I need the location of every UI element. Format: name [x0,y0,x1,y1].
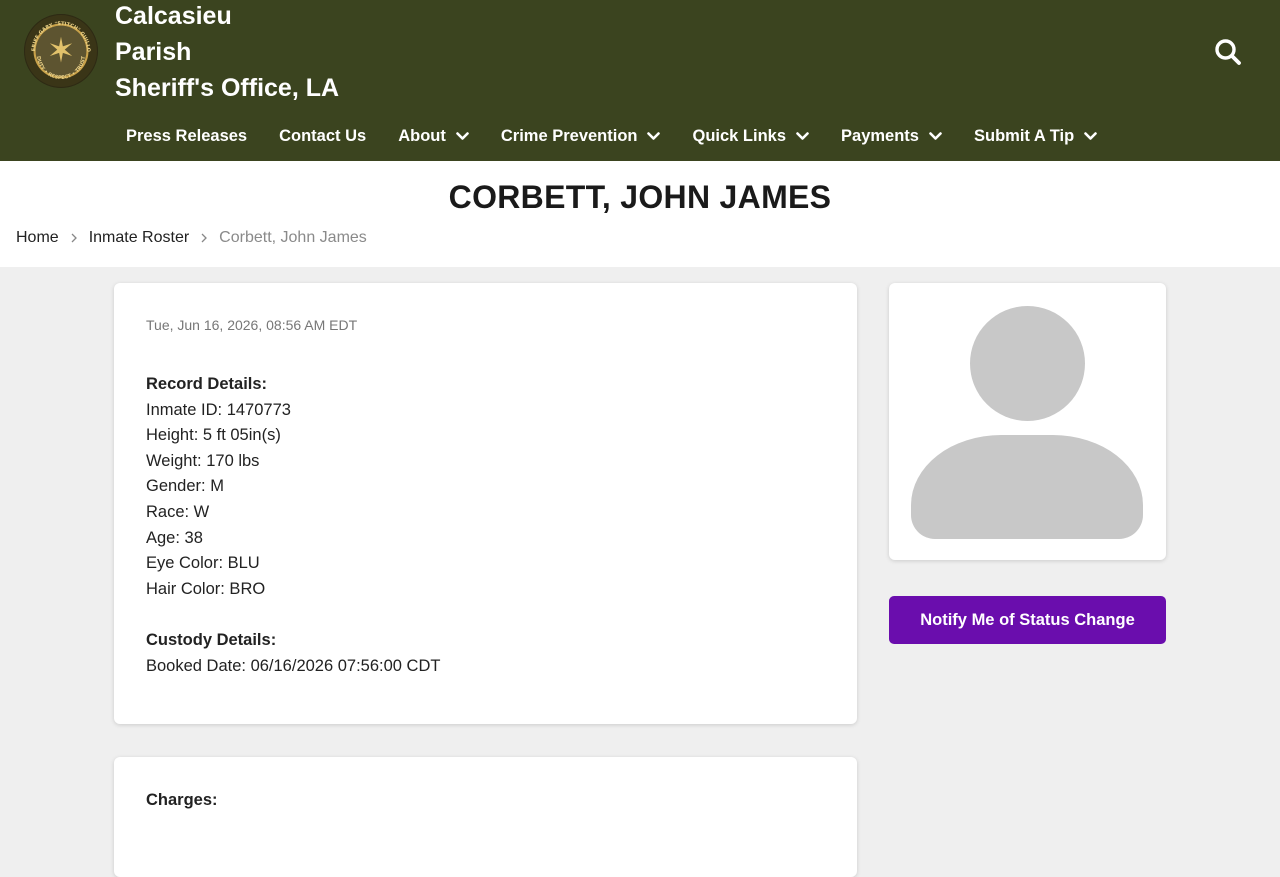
chevron-down-icon [456,131,469,141]
site-header: SHERIFF GARY "STITCH" GUILLORY DUTY • RE… [0,0,1280,161]
charges-card: Charges: [114,757,857,877]
nav-item-label: Crime Prevention [500,126,638,145]
nav-item-label: About [398,126,446,145]
nav-item-crime-prevention[interactable]: Crime Prevention [501,127,661,146]
nav-item-label: Press Releases [126,126,248,145]
nav-item-label: Contact Us [279,126,367,145]
sheriff-seal-logo[interactable]: SHERIFF GARY "STITCH" GUILLORY DUTY • RE… [24,14,98,88]
notify-status-change-button[interactable]: Notify Me of Status Change [889,596,1166,644]
inmate-hair-color: Hair Color: BRO [146,579,266,598]
inmate-age: Age: 38 [146,528,203,547]
inmate-photo-card [889,283,1166,560]
main-nav: Press Releases Contact Us About Crime Preve… [110,118,1113,154]
inmate-gender: Gender: M [146,477,224,496]
chevron-right-icon [70,233,78,243]
nav-item-submit-a-tip[interactable]: Submit A Tip [973,126,1098,146]
search-icon [1215,39,1241,65]
chevron-down-icon [647,131,661,141]
nav-item-payments[interactable]: Payments [841,127,942,146]
record-timestamp: Tue, Jun 16, 2026, 08:56 AM EDT [146,317,358,333]
avatar-placeholder-head [970,306,1085,421]
breadcrumb-home-link[interactable]: Home [16,229,59,247]
breadcrumb: Home Inmate Roster Corbett, John James [16,229,367,247]
booked-date: Booked Date: 06/16/2026 07:56:00 CDT [146,656,441,675]
nav-item-label: Quick Links [692,126,787,145]
inmate-weight: Weight: 170 lbs [146,451,260,470]
star-badge-icon: ✶ [46,32,76,70]
site-title-line: Calcasieu [115,2,232,30]
chevron-down-icon [796,131,809,141]
inmate-height: Height: 5 ft 05in(s) [146,426,281,445]
site-title-line: Parish [115,38,192,66]
chevron-down-icon [1084,131,1098,141]
record-details: Record Details: Inmate ID: 1470773 Heigh… [146,372,440,680]
breadcrumb-roster-link[interactable]: Inmate Roster [89,229,189,247]
charges-heading: Charges: [146,791,218,809]
nav-item-contact-us[interactable]: Contact Us [279,127,366,146]
site-title[interactable]: Calcasieu Parish Sheriff's Office, LA [115,0,385,106]
avatar-placeholder-body [911,435,1143,539]
inmate-race: Race: W [146,502,210,521]
custody-details-heading: Custody Details: [146,631,277,650]
record-details-heading: Record Details: [146,375,268,393]
breadcrumb-current: Corbett, John James [219,229,367,246]
page-title: CORBETT, JOHN JAMES [448,179,832,215]
record-details-card: Tue, Jun 16, 2026, 08:56 AM EDT Record D… [114,283,857,724]
inmate-id: Inmate ID: 1470773 [146,400,291,419]
nav-item-label: Submit A Tip [973,126,1075,145]
site-title-line: Sheriff's Office, LA [115,74,340,102]
page-title-bar: CORBETT, JOHN JAMES Home Inmate Roster C… [0,161,1280,267]
nav-item-quick-links[interactable]: Quick Links [692,127,809,146]
chevron-down-icon [929,131,942,141]
search-button[interactable] [1208,34,1248,70]
nav-item-press-releases[interactable]: Press Releases [126,127,247,146]
chevron-right-icon [200,233,208,243]
nav-item-label: Payments [841,126,919,145]
inmate-eye-color: Eye Color: BLU [146,554,260,573]
nav-item-about[interactable]: About [398,127,469,146]
